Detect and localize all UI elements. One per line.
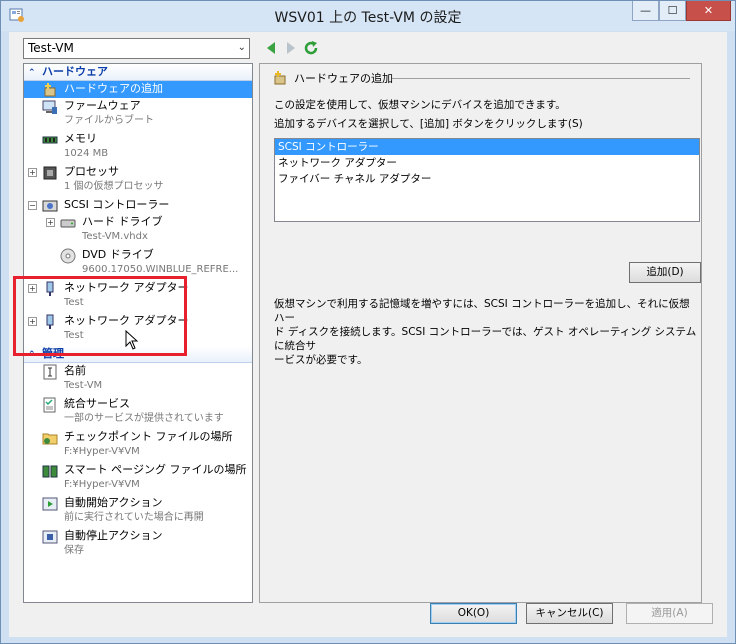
memory-icon (42, 136, 58, 144)
tree-item-name[interactable]: 名前 Test-VM (24, 363, 252, 396)
smart-paging-icon (42, 465, 58, 478)
close-button[interactable]: ✕ (686, 1, 731, 21)
tree-item-processor[interactable]: + プロセッサ 1 個の仮想プロセッサ (24, 164, 252, 197)
tree-item-hard-drive[interactable]: + ハード ドライブ Test-VM.vhdx (24, 214, 252, 247)
auto-start-icon (42, 497, 58, 511)
collapse-chevron-icon[interactable]: ⌃ (28, 65, 36, 81)
back-arrow-icon[interactable] (263, 40, 279, 56)
processor-icon (43, 166, 57, 180)
window-title: WSV01 上の Test-VM の設定 (274, 10, 462, 26)
name-field-icon (43, 364, 57, 380)
panel-instruction-text: 追加するデバイスを選択して、[追加] ボタンをクリックします(S) (274, 118, 583, 130)
details-panel: ハードウェアの追加 この設定を使用して、仮想マシンにデバイスを追加できます。 追… (259, 63, 702, 603)
nav-toolbar (263, 40, 319, 56)
tree-item-scsi-controller[interactable]: − SCSI コントローラー (24, 197, 252, 214)
title-bar[interactable]: WSV01 上の Test-VM の設定 — ☐ ✕ (1, 1, 735, 31)
hard-drive-icon (60, 219, 76, 228)
checkpoint-folder-icon (42, 433, 58, 445)
panel-header: ハードウェアの追加 (272, 70, 393, 86)
dvd-drive-icon (60, 248, 76, 264)
minimize-button[interactable]: — (632, 1, 659, 21)
tree-item-firmware[interactable]: ファームウェア ファイルからブート (24, 98, 252, 131)
tree-item-auto-stop-action[interactable]: 自動停止アクション 保存 (24, 528, 252, 561)
vm-select-dropdown[interactable]: Test-VM ⌄ (23, 38, 250, 59)
expand-plus-icon[interactable]: + (46, 218, 55, 227)
auto-stop-icon (42, 530, 58, 544)
forward-arrow-icon[interactable] (283, 40, 299, 56)
scsi-controller-icon (42, 200, 58, 212)
panel-description: 仮想マシンで利用する記憶域を増やすには、SCSI コントローラーを追加し、それに… (274, 298, 697, 366)
tree-item-memory[interactable]: メモリ 1024 MB (24, 131, 252, 164)
firmware-icon (42, 100, 57, 114)
apply-button[interactable]: 適用(A) (626, 603, 713, 624)
network-adapters-highlight-box (13, 276, 187, 356)
panel-intro-text: この設定を使用して、仮想マシンにデバイスを追加できます。 (274, 99, 566, 111)
panel-title: ハードウェアの追加 (294, 72, 393, 85)
maximize-button[interactable]: ☐ (659, 1, 686, 21)
add-device-button[interactable]: 追加(D) (629, 262, 701, 283)
hardware-section-header[interactable]: ⌃ ハードウェア (24, 64, 252, 81)
settings-client-area: Test-VM ⌄ ⌃ ハードウェア ハードウェアの追加 ファームウェア ファイ… (9, 32, 727, 637)
tree-item-checkpoint-location[interactable]: チェックポイント ファイルの場所 F:¥Hyper-V¥VM (24, 429, 252, 462)
device-option-scsi[interactable]: SCSI コントローラー (275, 139, 699, 155)
tree-item-smart-paging-location[interactable]: スマート ページング ファイルの場所 F:¥Hyper-V¥VM (24, 462, 252, 495)
tree-item-auto-start-action[interactable]: 自動開始アクション 前に実行されていた場合に再開 (24, 495, 252, 528)
collapse-minus-icon[interactable]: − (28, 201, 37, 210)
settings-window: WSV01 上の Test-VM の設定 — ☐ ✕ Test-VM ⌄ ⌃ ハ… (0, 0, 736, 644)
add-hardware-icon (274, 71, 286, 85)
mouse-cursor-icon (125, 330, 139, 350)
panel-title-divider (392, 78, 690, 79)
cancel-button[interactable]: キャンセル(C) (526, 603, 613, 624)
device-option-fibre-channel[interactable]: ファイバー チャネル アダプター (275, 171, 699, 187)
tree-item-integration-services[interactable]: 統合サービス 一部のサービスが提供されています (24, 396, 252, 429)
chevron-down-icon: ⌄ (237, 42, 246, 53)
window-controls: — ☐ ✕ (632, 1, 731, 21)
vm-select-value: Test-VM (28, 41, 74, 55)
expand-plus-icon[interactable]: + (28, 168, 37, 177)
add-hardware-icon (44, 83, 56, 97)
integration-services-icon (43, 397, 56, 413)
device-listbox[interactable]: SCSI コントローラー ネットワーク アダプター ファイバー チャネル アダプ… (274, 138, 700, 222)
device-option-network[interactable]: ネットワーク アダプター (275, 155, 699, 171)
refresh-icon[interactable] (303, 40, 319, 56)
ok-button[interactable]: OK(O) (430, 603, 517, 624)
tree-item-add-hardware[interactable]: ハードウェアの追加 (24, 81, 252, 98)
